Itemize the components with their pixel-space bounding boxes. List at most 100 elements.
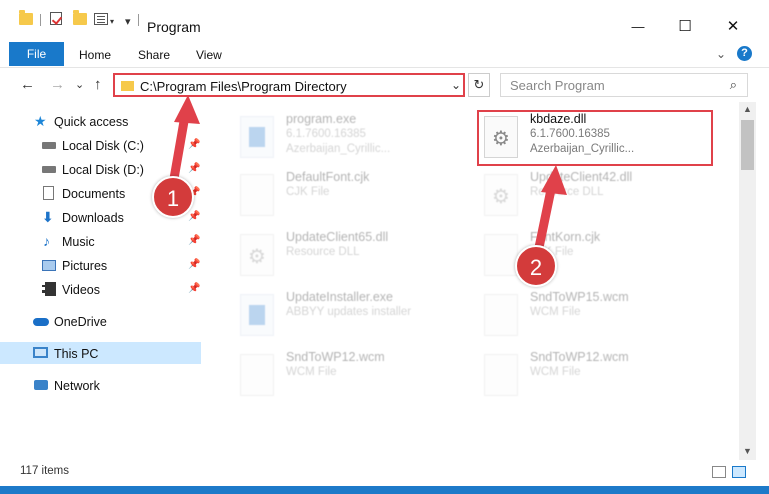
file-name: SndToWP15.wcm xyxy=(530,290,629,304)
scroll-thumb[interactable] xyxy=(741,120,754,170)
sidebar-item-onedrive[interactable]: OneDrive xyxy=(32,310,232,332)
pin-icon[interactable]: 📌 xyxy=(188,235,200,246)
exe-file-icon xyxy=(240,294,274,336)
pin-icon[interactable]: 📌 xyxy=(188,259,200,270)
search-box[interactable]: ⌕ xyxy=(500,73,748,97)
expand-ribbon-icon[interactable]: ⌄ xyxy=(716,47,726,61)
file-name: SndToWP12.wcm xyxy=(286,350,385,364)
sidebar-item-label: Videos xyxy=(62,283,100,297)
file-name: program.exe xyxy=(286,112,357,126)
documents-icon xyxy=(43,186,54,200)
back-button[interactable]: ← xyxy=(20,76,35,93)
tab-view[interactable]: View xyxy=(196,48,222,62)
pin-icon[interactable]: 📌 xyxy=(188,139,200,150)
file-item[interactable]: UpdateInstaller.exe ABBYY updates instal… xyxy=(216,286,456,342)
folder-icon xyxy=(121,81,134,91)
sidebar-item-label: This PC xyxy=(54,347,99,361)
sidebar-item-label: Quick access xyxy=(54,115,129,129)
pin-icon[interactable]: 📌 xyxy=(188,211,200,222)
sidebar-item-label: Local Disk (D:) xyxy=(62,163,144,177)
music-icon: ♪ xyxy=(43,233,50,249)
downloads-icon: ⬇ xyxy=(42,209,54,225)
properties-check-icon[interactable] xyxy=(50,12,62,25)
file-item[interactable]: SndToWP12.wcm WCM File xyxy=(216,346,456,402)
ribbon: File Home Share View ⌄ ? xyxy=(0,40,769,68)
window-border xyxy=(0,486,769,494)
file-detail: CJK File xyxy=(286,186,330,198)
tab-file[interactable]: File xyxy=(9,42,64,66)
address-bar[interactable]: C:\Program Files\Program Directory ⌄ xyxy=(113,73,465,97)
new-folder-icon[interactable] xyxy=(73,10,87,25)
file-detail: WCM File xyxy=(530,306,581,318)
navigation-bar: ← → ⌄ ↑ C:\Program Files\Program Directo… xyxy=(0,68,769,102)
step-1-callout: 1 xyxy=(152,176,194,218)
window-title: Program xyxy=(147,19,201,35)
separator xyxy=(40,14,41,26)
status-bar: 117 items xyxy=(0,460,769,486)
blank-file-icon xyxy=(240,354,274,396)
sidebar-item-label: Network xyxy=(54,379,100,393)
address-path[interactable]: C:\Program Files\Program Directory xyxy=(140,79,347,94)
network-icon xyxy=(34,380,48,390)
file-detail: WCM File xyxy=(530,366,581,378)
tab-share[interactable]: Share xyxy=(138,48,170,62)
file-item[interactable]: DefaultFont.cjk CJK File xyxy=(216,166,456,222)
large-icons-view-icon[interactable] xyxy=(732,466,746,478)
navigation-pane: ★ Quick access Local Disk (C:) 📌 Local D… xyxy=(0,102,205,460)
customize-toolbar-icon[interactable]: ▾ xyxy=(125,15,131,28)
view-dropdown-icon[interactable]: ▾ xyxy=(110,17,114,26)
sidebar-item-network[interactable]: Network xyxy=(32,374,232,396)
file-name: UpdateClient65.dll xyxy=(286,230,389,244)
blank-file-icon xyxy=(484,234,518,276)
close-button[interactable]: ✕ xyxy=(719,18,747,36)
sidebar-item-label: Music xyxy=(62,235,95,249)
file-name: UpdateClient42.dll xyxy=(530,170,633,184)
maximize-button[interactable]: ☐ xyxy=(671,18,699,36)
folder-icon xyxy=(19,10,33,25)
disk-icon xyxy=(42,142,56,149)
search-icon[interactable]: ⌕ xyxy=(730,77,737,93)
separator xyxy=(138,14,139,26)
pin-icon[interactable]: 📌 xyxy=(188,283,200,294)
sidebar-item-this-pc[interactable]: This PC xyxy=(0,342,201,364)
onedrive-icon xyxy=(33,318,49,326)
forward-button[interactable]: → xyxy=(50,76,65,93)
up-button[interactable]: ↑ xyxy=(94,76,102,93)
sidebar-item-label: Downloads xyxy=(62,211,124,225)
file-item[interactable]: UpdateClient42.dll Resource DLL xyxy=(460,166,700,222)
file-name: FontKorn.cjk xyxy=(530,230,601,244)
videos-icon xyxy=(42,282,56,296)
blank-file-icon xyxy=(484,294,518,336)
file-detail: 6.1.7600.16385 xyxy=(286,128,366,140)
file-item[interactable]: UpdateClient65.dll Resource DLL xyxy=(216,226,456,282)
help-icon[interactable]: ? xyxy=(737,46,752,61)
file-item[interactable]: FontKorn.cjk CJK File xyxy=(460,226,700,282)
sidebar-item-label: Documents xyxy=(62,187,126,201)
file-item[interactable]: SndToWP15.wcm WCM File xyxy=(460,286,700,342)
recent-locations-icon[interactable]: ⌄ xyxy=(75,78,84,91)
address-dropdown-icon[interactable]: ⌄ xyxy=(451,78,461,92)
vertical-scrollbar[interactable]: ▲ ▼ xyxy=(739,102,756,460)
search-input[interactable] xyxy=(510,75,720,95)
file-item[interactable]: SndToWP12.wcm WCM File xyxy=(460,346,700,402)
disk-icon xyxy=(42,166,56,173)
file-item[interactable]: program.exe 6.1.7600.16385 Azerbaijan_Cy… xyxy=(216,108,456,164)
scroll-down-icon[interactable]: ▼ xyxy=(743,446,752,456)
blank-file-icon xyxy=(484,354,518,396)
file-detail: Azerbaijan_Cyrillic... xyxy=(286,143,391,155)
minimize-button[interactable]: — xyxy=(624,18,652,36)
file-name: UpdateInstaller.exe xyxy=(286,290,394,304)
scroll-up-icon[interactable]: ▲ xyxy=(743,104,752,114)
tab-home[interactable]: Home xyxy=(79,48,111,62)
dll-file-icon xyxy=(484,174,518,216)
item-count: 117 items xyxy=(20,465,70,477)
properties-icon[interactable] xyxy=(94,13,108,25)
blank-file-icon xyxy=(240,174,274,216)
refresh-button[interactable]: ↻ xyxy=(468,73,490,97)
file-detail: WCM File xyxy=(286,366,337,378)
file-name: SndToWP12.wcm xyxy=(530,350,629,364)
pin-icon[interactable]: 📌 xyxy=(188,163,200,174)
sidebar-item-quick-access[interactable]: ★ Quick access xyxy=(32,110,232,132)
step-2-callout: 2 xyxy=(515,245,557,287)
details-view-icon[interactable] xyxy=(712,466,726,478)
